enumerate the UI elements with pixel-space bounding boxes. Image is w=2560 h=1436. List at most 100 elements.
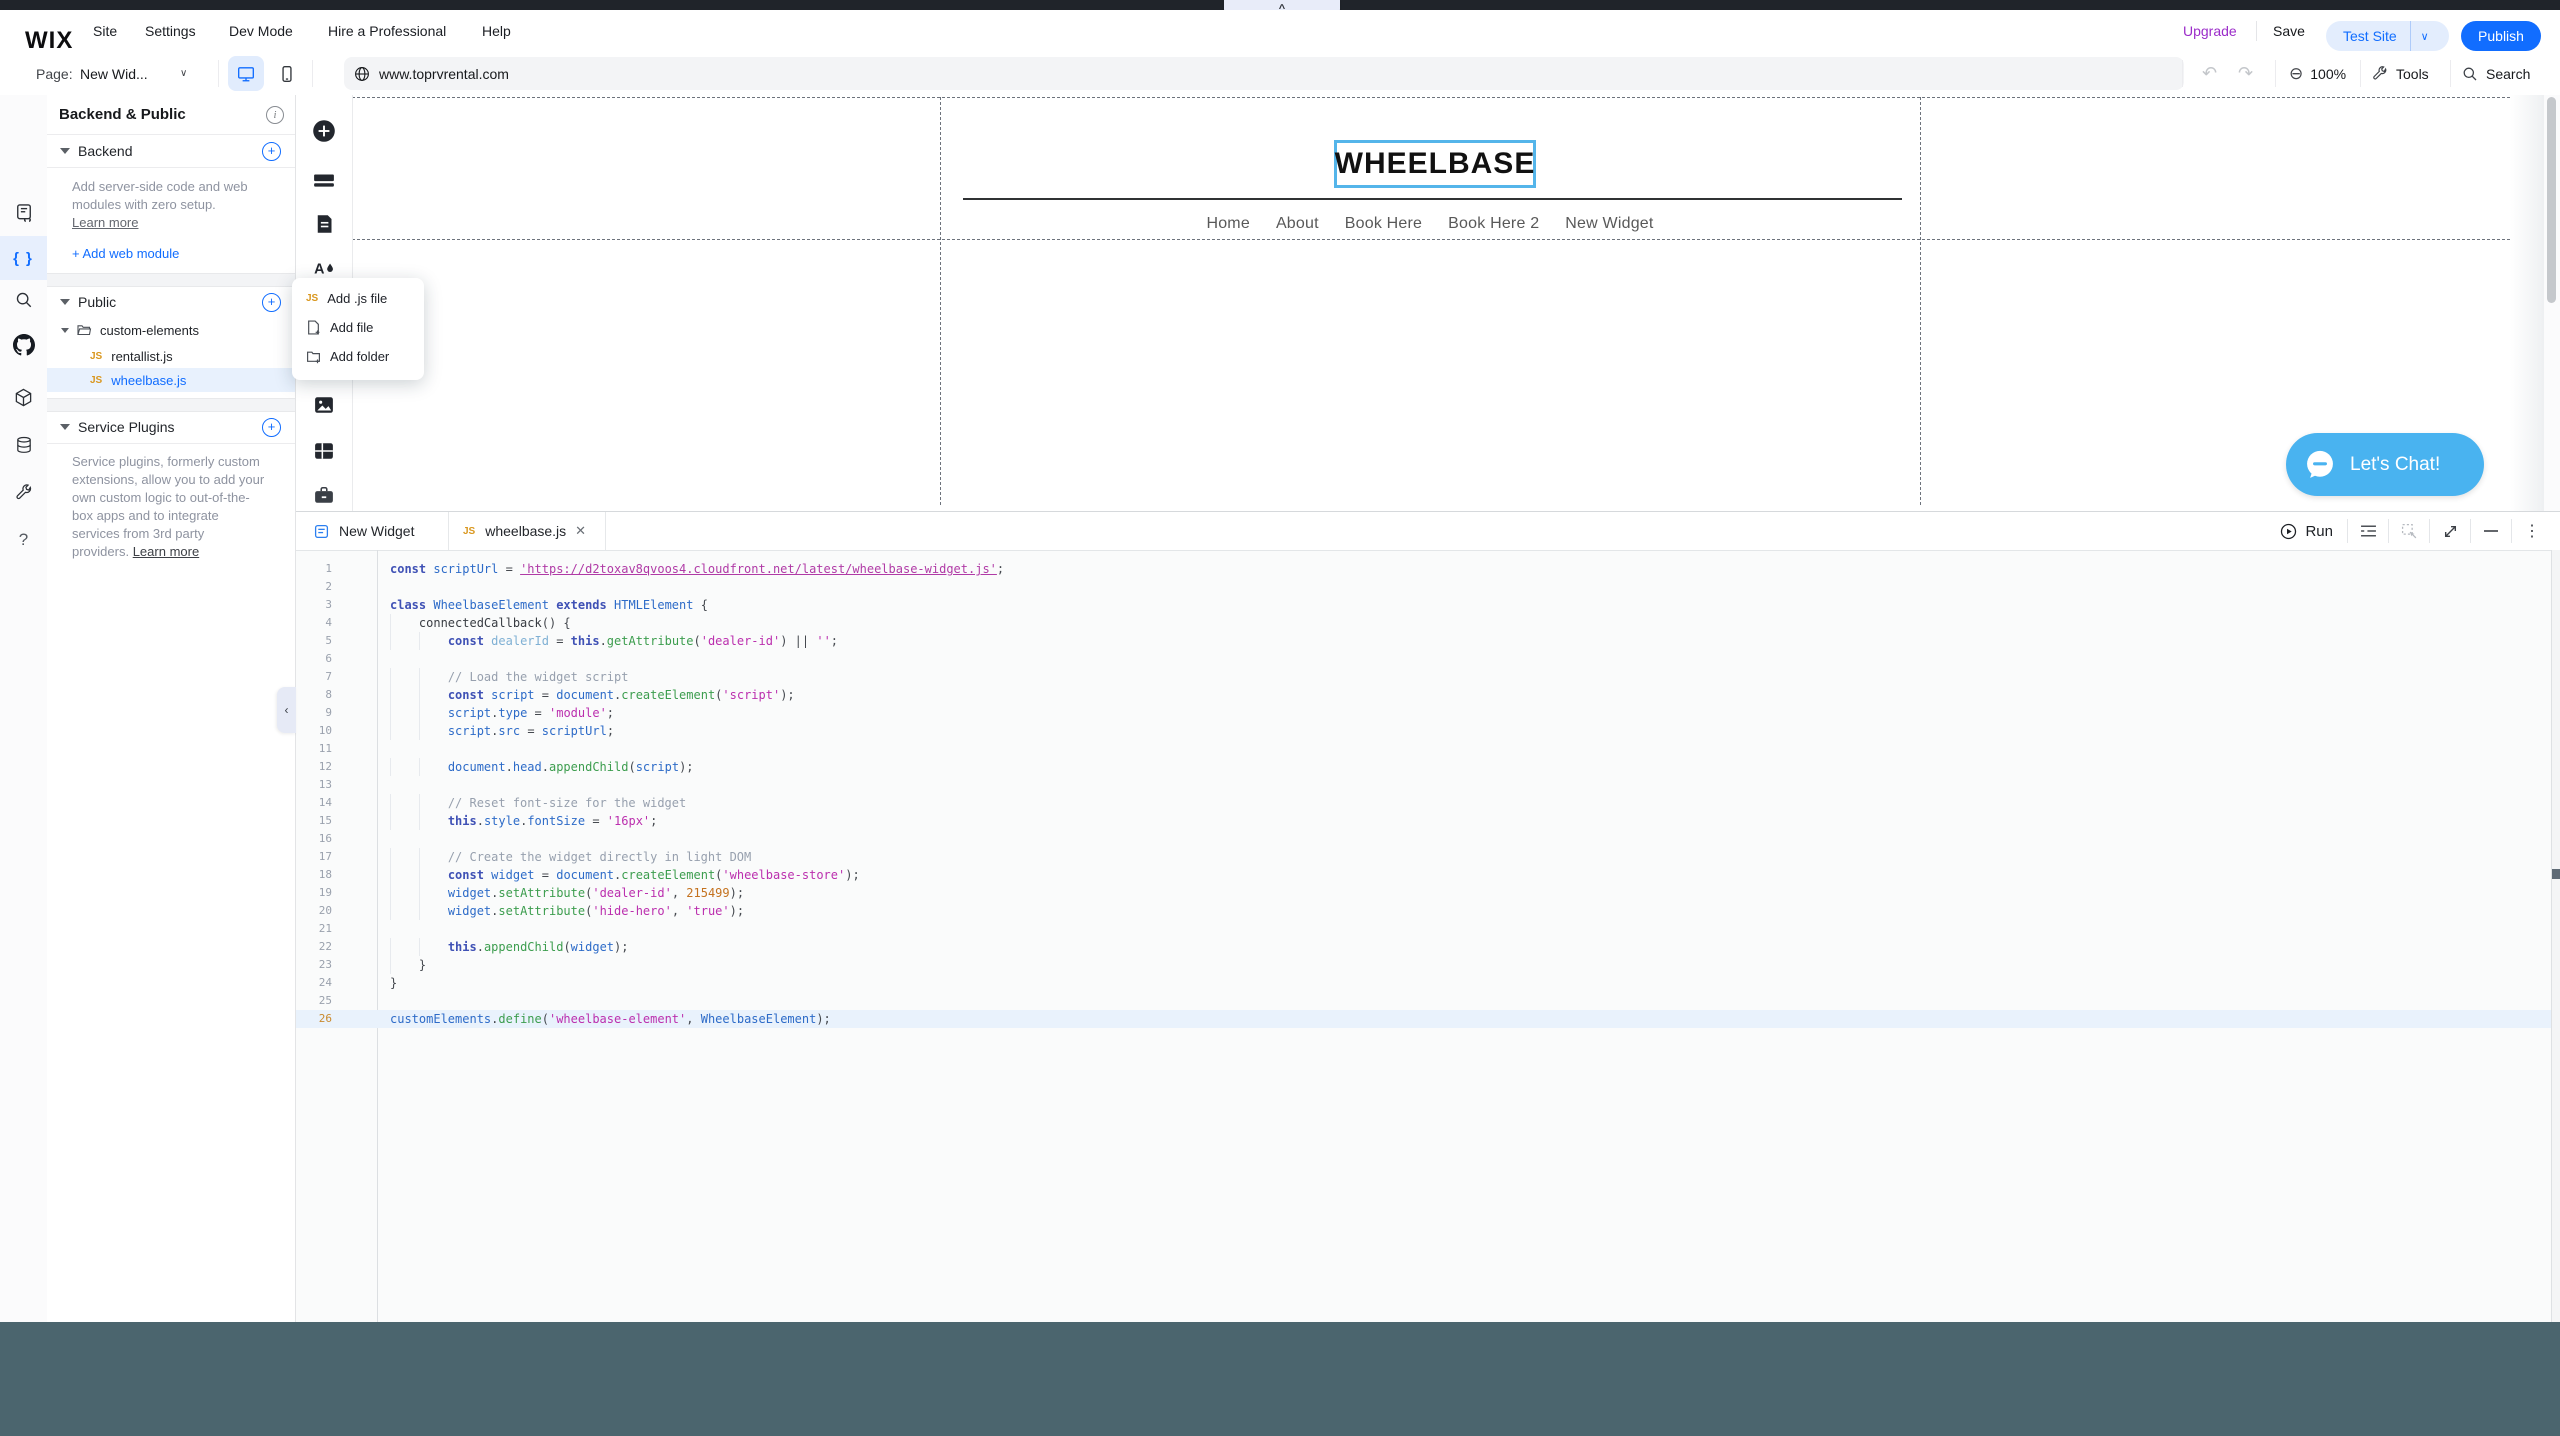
menu-item-add-file[interactable]: Add file bbox=[292, 313, 424, 342]
code-line[interactable]: 25 bbox=[296, 992, 2552, 1010]
code-line[interactable]: 16 bbox=[296, 830, 2552, 848]
code-line[interactable]: 23} bbox=[296, 956, 2552, 974]
code-line[interactable]: 19widget.setAttribute('dealer-id', 21549… bbox=[296, 884, 2552, 902]
search-button[interactable]: Search bbox=[2462, 52, 2530, 95]
code-line[interactable]: 12document.head.appendChild(script); bbox=[296, 758, 2552, 776]
publish-button[interactable]: Publish bbox=[2461, 21, 2541, 51]
chevron-expanded-icon[interactable] bbox=[60, 299, 70, 305]
tab-new-widget[interactable]: New Widget bbox=[300, 512, 449, 550]
rail-search-button[interactable] bbox=[0, 278, 47, 322]
rail-dev-tools-button[interactable] bbox=[0, 471, 47, 515]
menu-site[interactable]: Site bbox=[93, 10, 117, 52]
add-image-button[interactable] bbox=[296, 388, 352, 422]
rail-github-button[interactable] bbox=[0, 323, 47, 367]
close-icon[interactable]: ✕ bbox=[575, 523, 586, 539]
code-line[interactable]: 8const script = document.createElement('… bbox=[296, 686, 2552, 704]
add-web-module-link[interactable]: + Add web module bbox=[72, 246, 179, 261]
save-button[interactable]: Save bbox=[2273, 10, 2305, 52]
code-line[interactable]: 15this.style.fontSize = '16px'; bbox=[296, 812, 2552, 830]
code-line[interactable]: 22this.appendChild(widget); bbox=[296, 938, 2552, 956]
minimize-panel-icon[interactable] bbox=[2471, 529, 2511, 533]
chevron-expanded-icon[interactable] bbox=[60, 148, 70, 154]
page-selector[interactable]: New Wid... bbox=[80, 52, 148, 95]
mobile-view-button[interactable] bbox=[272, 56, 302, 91]
run-button[interactable]: Run bbox=[2280, 523, 2333, 540]
code-line[interactable]: 1const scriptUrl = 'https://d2toxav8qvoo… bbox=[296, 560, 2552, 578]
add-text-button[interactable] bbox=[296, 207, 352, 241]
wix-logo[interactable]: WIX bbox=[25, 27, 73, 55]
editor-scrollbar[interactable] bbox=[2551, 550, 2560, 1323]
public-section-header[interactable]: Public + bbox=[47, 286, 295, 318]
file-row-rentallist[interactable]: JS rentallist.js bbox=[47, 344, 295, 368]
redo-button[interactable]: ↷ bbox=[2238, 52, 2253, 95]
service-plugins-section-header[interactable]: Service Plugins + bbox=[47, 411, 295, 443]
desktop-view-button[interactable] bbox=[228, 56, 264, 91]
more-options-icon[interactable]: ⋮ bbox=[2512, 521, 2552, 541]
test-site-button[interactable]: Test Site ∨ bbox=[2326, 21, 2449, 51]
code-line[interactable]: 26customElements.define('wheelbase-eleme… bbox=[296, 1010, 2552, 1028]
site-divider-line[interactable] bbox=[963, 198, 1902, 200]
zoom-out-icon[interactable]: ⊖ bbox=[2289, 65, 2303, 82]
code-editor-content[interactable]: 1const scriptUrl = 'https://d2toxav8qvoo… bbox=[296, 560, 2552, 1028]
code-line[interactable]: 6 bbox=[296, 650, 2552, 668]
site-nav-item[interactable]: About bbox=[1276, 215, 1319, 233]
folder-row-custom-elements[interactable]: custom-elements bbox=[47, 318, 295, 342]
rail-database-button[interactable] bbox=[0, 423, 47, 467]
chevron-down-icon[interactable]: ∨ bbox=[180, 52, 187, 95]
editor-scrollbar-thumb[interactable] bbox=[2552, 869, 2560, 879]
code-line[interactable]: 5const dealerId = this.getAttribute('dea… bbox=[296, 632, 2552, 650]
code-line[interactable]: 3class WheelbaseElement extends HTMLElem… bbox=[296, 596, 2552, 614]
canvas-scrollbar-thumb[interactable] bbox=[2547, 97, 2556, 303]
select-element-icon[interactable] bbox=[2389, 523, 2429, 540]
add-section-button[interactable] bbox=[296, 163, 352, 197]
chevron-expanded-icon[interactable] bbox=[61, 328, 69, 333]
rail-page-code-button[interactable] bbox=[0, 191, 47, 235]
code-line[interactable]: 14// Reset font-size for the widget bbox=[296, 794, 2552, 812]
add-service-plugin-button[interactable]: + bbox=[262, 418, 281, 437]
selected-logo-element[interactable]: WHEELBASE bbox=[1334, 140, 1536, 188]
backend-learn-more-link[interactable]: Learn more bbox=[72, 215, 138, 230]
service-learn-more-link[interactable]: Learn more bbox=[133, 544, 199, 559]
code-line[interactable]: 7// Load the widget script bbox=[296, 668, 2552, 686]
code-line[interactable]: 9script.type = 'module'; bbox=[296, 704, 2552, 722]
menu-dev-mode[interactable]: Dev Mode bbox=[229, 10, 293, 52]
backend-section-header[interactable]: Backend + bbox=[47, 135, 295, 167]
menu-hire-a-professional[interactable]: Hire a Professional bbox=[328, 10, 446, 52]
rail-packages-button[interactable] bbox=[0, 375, 47, 419]
site-nav-item[interactable]: Home bbox=[1206, 215, 1249, 233]
chevron-down-icon[interactable]: ∨ bbox=[2411, 30, 2439, 43]
code-line[interactable]: 24} bbox=[296, 974, 2552, 992]
rail-code-files-button[interactable]: { } bbox=[0, 236, 47, 280]
code-line[interactable]: 21 bbox=[296, 920, 2552, 938]
file-row-wheelbase-selected[interactable]: JS wheelbase.js bbox=[47, 368, 295, 392]
menu-help[interactable]: Help bbox=[482, 10, 511, 52]
tools-button[interactable]: Tools bbox=[2372, 52, 2429, 95]
add-backend-file-button[interactable]: + bbox=[262, 142, 281, 161]
add-public-file-button[interactable]: + bbox=[262, 293, 281, 312]
menu-item-add-js-file[interactable]: JS Add .js file bbox=[292, 284, 424, 313]
site-url-bar[interactable]: www.toprvrental.com bbox=[344, 57, 2184, 90]
site-nav-item[interactable]: Book Here 2 bbox=[1448, 215, 1539, 233]
rail-help-button[interactable]: ? bbox=[0, 518, 47, 562]
add-business-button[interactable] bbox=[296, 478, 352, 512]
chevron-expanded-icon[interactable] bbox=[60, 424, 70, 430]
site-nav-item[interactable]: New Widget bbox=[1565, 215, 1653, 233]
code-line[interactable]: 13 bbox=[296, 776, 2552, 794]
undo-button[interactable]: ↶ bbox=[2202, 52, 2217, 95]
format-code-icon[interactable] bbox=[2348, 524, 2388, 538]
code-line[interactable]: 10script.src = scriptUrl; bbox=[296, 722, 2552, 740]
code-line[interactable]: 11 bbox=[296, 740, 2552, 758]
code-line[interactable]: 2 bbox=[296, 578, 2552, 596]
code-line[interactable]: 4connectedCallback() { bbox=[296, 614, 2552, 632]
menu-item-add-folder[interactable]: Add folder bbox=[292, 342, 424, 371]
add-element-button[interactable] bbox=[296, 114, 352, 148]
collapse-sidebar-handle[interactable]: ‹ bbox=[277, 687, 296, 733]
add-layout-button[interactable] bbox=[296, 434, 352, 468]
lets-chat-button[interactable]: Let's Chat! bbox=[2286, 433, 2484, 496]
info-icon[interactable]: i bbox=[266, 106, 284, 124]
code-line[interactable]: 17// Create the widget directly in light… bbox=[296, 848, 2552, 866]
upgrade-link[interactable]: Upgrade bbox=[2183, 10, 2237, 52]
site-nav-item[interactable]: Book Here bbox=[1345, 215, 1422, 233]
menu-settings[interactable]: Settings bbox=[145, 10, 196, 52]
code-line[interactable]: 18const widget = document.createElement(… bbox=[296, 866, 2552, 884]
